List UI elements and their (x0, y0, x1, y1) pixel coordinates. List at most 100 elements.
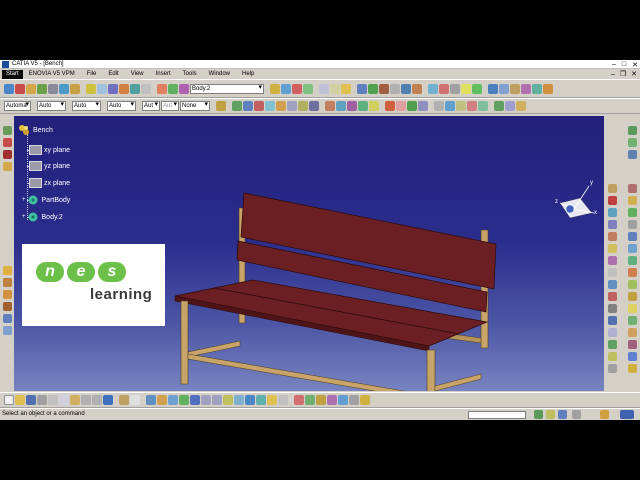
law-icon[interactable] (543, 83, 553, 94)
catalog-bottom-icon[interactable] (360, 395, 370, 405)
groove-icon[interactable] (37, 83, 47, 94)
bottom-view-icon[interactable] (628, 208, 637, 217)
mirror-icon[interactable] (390, 83, 400, 94)
minimize-icon[interactable]: – (612, 61, 616, 68)
shaft-icon[interactable] (26, 83, 36, 94)
remove-icon[interactable] (292, 83, 302, 94)
fit-all-in-icon[interactable] (168, 395, 178, 405)
inertia-icon[interactable] (439, 83, 449, 94)
multi-section-icon[interactable] (3, 326, 12, 335)
reference-line-icon[interactable] (330, 83, 340, 94)
zoom-out-icon[interactable] (628, 256, 637, 265)
maximize-icon[interactable]: □ (622, 61, 626, 68)
color-combo[interactable]: Automa (4, 101, 31, 111)
update-icon[interactable] (472, 83, 482, 94)
analysis-icon[interactable] (305, 395, 315, 405)
geometric-constraints-icon[interactable] (467, 101, 477, 111)
examine-icon[interactable] (157, 395, 167, 405)
auto-constraint-icon[interactable] (418, 101, 428, 111)
redo-icon[interactable] (92, 395, 102, 405)
isometric-view-icon[interactable] (628, 150, 637, 159)
translate-icon[interactable] (357, 83, 367, 94)
undo-icon[interactable] (81, 395, 91, 405)
solid-combine-icon[interactable] (3, 314, 12, 323)
curvature-icon[interactable] (338, 395, 348, 405)
wireframe-icon[interactable] (608, 232, 617, 241)
contact-constraint-icon[interactable] (396, 101, 406, 111)
cut-icon[interactable] (48, 395, 58, 405)
depth-effect-icon[interactable] (608, 316, 617, 325)
tree-item-xy-plane[interactable]: xy plane (29, 145, 70, 155)
new-icon[interactable] (4, 395, 14, 405)
pad-icon[interactable] (4, 83, 14, 94)
zoom-in-icon[interactable] (608, 256, 617, 265)
hidden-edges-icon[interactable] (628, 232, 637, 241)
swap-visible-bottom-icon[interactable] (278, 395, 288, 405)
macro-bottom-icon[interactable] (349, 395, 359, 405)
intersect-icon[interactable] (303, 83, 313, 94)
doc-restore-icon[interactable]: ❐ (620, 70, 626, 78)
split-icon[interactable] (157, 83, 167, 94)
function-icon[interactable] (119, 395, 129, 405)
draft-icon[interactable] (108, 83, 118, 94)
close-icon[interactable]: ✕ (632, 61, 638, 69)
formula-icon[interactable] (521, 83, 531, 94)
measure-bottom-icon[interactable] (294, 395, 304, 405)
thickness-icon[interactable] (130, 83, 140, 94)
front-view-icon[interactable] (608, 184, 617, 193)
sew-icon[interactable] (168, 83, 178, 94)
swap-visible-space-icon[interactable] (505, 101, 515, 111)
back-view-icon[interactable] (628, 184, 637, 193)
reference-plane-icon[interactable] (341, 83, 351, 94)
magnifier-icon[interactable] (608, 328, 617, 337)
left-view-icon[interactable] (608, 196, 617, 205)
shading-icon[interactable] (608, 220, 617, 229)
tree-root-bench[interactable]: Bench (18, 124, 53, 136)
pattern-icon[interactable] (401, 83, 411, 94)
knowledge-icon[interactable] (510, 83, 520, 94)
assemble-icon[interactable] (270, 83, 280, 94)
print-icon[interactable] (37, 395, 47, 405)
measure-item-icon[interactable] (628, 138, 637, 147)
hole-icon[interactable] (48, 83, 58, 94)
transparency-combo[interactable]: Auto (37, 101, 66, 111)
chamfer-icon[interactable] (97, 83, 107, 94)
pan-icon[interactable] (608, 244, 617, 253)
quick-view-bottom-icon[interactable] (245, 395, 255, 405)
spline-icon[interactable] (265, 101, 275, 111)
measure-between-icon[interactable] (628, 126, 637, 135)
profile-icon[interactable] (243, 101, 253, 111)
sketch-analysis-icon[interactable] (232, 101, 242, 111)
tree-item-yz-plane[interactable]: yz plane (29, 161, 70, 171)
draft-analysis-icon[interactable] (327, 395, 337, 405)
fillet-icon[interactable] (86, 83, 96, 94)
status-icon-5[interactable] (600, 410, 609, 419)
format-painter-icon[interactable] (216, 101, 226, 111)
ellipse-icon[interactable] (276, 101, 286, 111)
loft-icon[interactable] (3, 290, 12, 299)
open-icon[interactable] (15, 395, 25, 405)
top-view-icon[interactable] (608, 208, 617, 217)
slot-icon[interactable] (70, 83, 80, 94)
lighting-icon[interactable] (628, 304, 637, 313)
section-icon[interactable] (608, 292, 617, 301)
right-view-icon[interactable] (628, 196, 637, 205)
groove-side-icon[interactable] (3, 266, 12, 275)
render-style-icon[interactable] (608, 304, 617, 313)
sketch-constraint-icon[interactable] (385, 101, 395, 111)
menu-file[interactable]: File (81, 69, 103, 79)
corner-icon[interactable] (325, 101, 335, 111)
thread-icon[interactable] (141, 83, 151, 94)
scaling-icon[interactable] (412, 83, 422, 94)
remove-loft-icon[interactable] (3, 302, 12, 311)
line-thickness-combo[interactable]: Auto (72, 101, 101, 111)
shell-icon[interactable] (119, 83, 129, 94)
expand-icon[interactable]: + (22, 214, 26, 220)
body-selector-combo[interactable]: Body.2 (190, 83, 264, 94)
grid-icon[interactable] (434, 101, 444, 111)
menu-tools[interactable]: Tools (177, 69, 203, 79)
trim-icon[interactable] (347, 101, 357, 111)
constraint-icon[interactable] (461, 83, 471, 94)
apply-material-bottom-icon[interactable] (316, 395, 326, 405)
view-mode-icon[interactable] (256, 395, 266, 405)
